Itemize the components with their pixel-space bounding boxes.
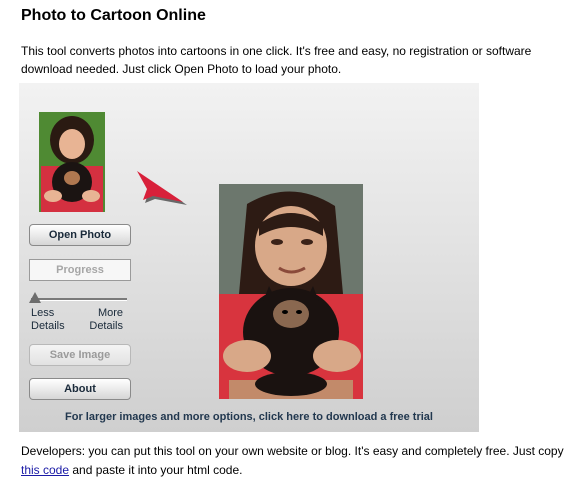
detail-slider-track[interactable]: [31, 298, 127, 301]
about-button[interactable]: About: [29, 378, 131, 400]
less-details-label: Less Details: [31, 307, 65, 333]
original-photo-thumbnail: [39, 112, 105, 212]
this-code-link[interactable]: this code: [21, 463, 69, 477]
open-photo-button[interactable]: Open Photo: [29, 224, 131, 246]
more-details-label: More Details: [85, 307, 123, 333]
page-title: Photo to Cartoon Online: [21, 7, 206, 24]
pointer-arrow-icon: [133, 169, 193, 212]
developers-text: Developers: you can put this tool on you…: [21, 442, 566, 480]
developers-text-after: and paste it into your html code.: [69, 463, 243, 477]
save-image-button[interactable]: Save Image: [29, 344, 131, 366]
cartoon-tool-panel: Open Photo Progress Less Details More De…: [19, 83, 479, 432]
developers-text-before: Developers: you can put this tool on you…: [21, 444, 564, 458]
progress-indicator: Progress: [29, 259, 131, 281]
more-label-line2: Details: [89, 320, 123, 332]
intro-text: This tool converts photos into cartoons …: [21, 44, 532, 76]
download-trial-link[interactable]: For larger images and more options, clic…: [19, 411, 479, 423]
less-label-line1: Less: [31, 307, 55, 319]
detail-slider-handle[interactable]: [29, 292, 41, 303]
cartoon-result-image: [219, 184, 363, 399]
more-label-line1: More: [97, 307, 123, 319]
less-label-line2: Details: [31, 320, 65, 332]
